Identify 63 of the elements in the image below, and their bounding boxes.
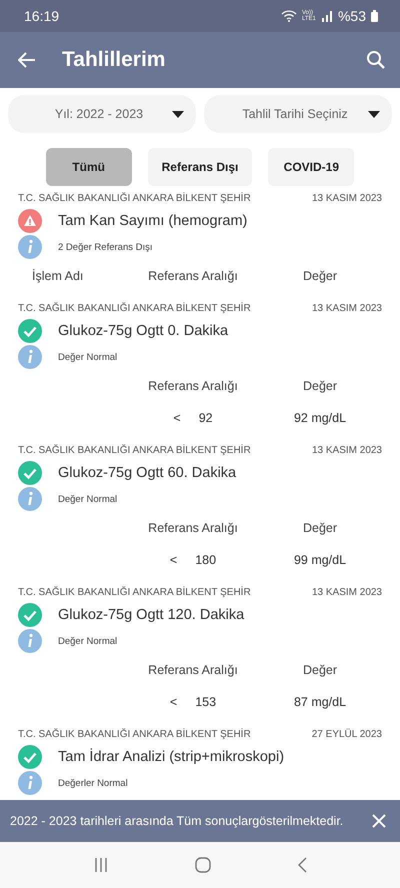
result-date: 13 KASIM 2023: [312, 303, 382, 314]
test-name[interactable]: Tam Kan Sayımı (hemogram): [58, 213, 248, 229]
check-icon: [18, 461, 42, 485]
column-header: Referans Aralığı: [147, 663, 239, 677]
column-header: Değer: [302, 663, 338, 677]
caret-icon: [172, 110, 184, 118]
result-date: 13 KASIM 2023: [312, 193, 382, 204]
check-icon: [18, 603, 42, 627]
result-value: 87 mg/dL: [292, 695, 348, 709]
filter-chip[interactable]: COVID-19: [268, 148, 354, 186]
result-date: 27 EYLÜL 2023: [312, 729, 382, 740]
hospital-name: T.C. SAĞLIK BAKANLIĞI ANKARA BİLKENT ŞEHİR: [18, 445, 251, 456]
back-button[interactable]: [18, 52, 36, 68]
warning-icon: [18, 209, 42, 233]
result-date: 13 KASIM 2023: [312, 445, 382, 456]
signal-icon: [320, 10, 333, 22]
filter-chip[interactable]: Referans Dışı: [148, 148, 252, 186]
hospital-name: T.C. SAĞLIK BAKANLIĞI ANKARA BİLKENT ŞEHİR: [18, 587, 251, 598]
column-header: Değer: [302, 379, 338, 393]
column-header: Referans Aralığı: [147, 521, 239, 535]
column-header: Referans Aralığı: [147, 379, 239, 393]
result-summary: 2 Değer Referans Dışı: [58, 242, 153, 252]
result-summary: Değer Normal: [58, 636, 118, 646]
column-header: Değer: [302, 269, 338, 283]
battery-icon: [371, 10, 378, 22]
column-header: Referans Aralığı: [147, 269, 239, 283]
recents-icon[interactable]: [93, 857, 109, 873]
snackbar-message: 2022 - 2023 tarihleri arasında Tüm sonuçlargösterilmektedir.: [10, 814, 344, 828]
home-icon[interactable]: [195, 857, 211, 873]
column-header: Değer: [302, 521, 338, 535]
result-summary: Değer Normal: [58, 352, 118, 362]
check-icon: [18, 319, 42, 343]
search-button[interactable]: [366, 50, 386, 70]
battery-level: %53: [338, 8, 366, 24]
filter-chip[interactable]: Tümü: [46, 148, 132, 186]
result-value: 99 mg/dL: [292, 553, 348, 567]
close-button[interactable]: [372, 814, 386, 828]
result-summary: Değer Normal: [58, 494, 118, 504]
result-value: 92 mg/dL: [292, 411, 348, 425]
filter-dropdown[interactable]: Yıl: 2022 - 2023: [8, 95, 196, 133]
clock: 16:19: [24, 8, 60, 24]
back-icon[interactable]: [297, 857, 307, 873]
hospital-name: T.C. SAĞLIK BAKANLIĞI ANKARA BİLKENT ŞEHİR: [18, 193, 251, 204]
check-icon: [18, 745, 42, 769]
test-name[interactable]: Glukoz-75g Ogtt 120. Dakika: [58, 607, 244, 623]
test-name[interactable]: Glukoz-75g Ogtt 0. Dakika: [58, 323, 228, 339]
result-date: 13 KASIM 2023: [312, 587, 382, 598]
column-header: İşlem Adı: [31, 269, 84, 283]
reference-limit: 92: [198, 411, 213, 425]
filter-dropdown[interactable]: Tahlil Tarihi Seçiniz: [204, 95, 392, 133]
hospital-name: T.C. SAĞLIK BAKANLIĞI ANKARA BİLKENT ŞEHİR: [18, 303, 251, 314]
operator: <: [170, 695, 178, 709]
result-summary: Değerler Normal: [58, 778, 128, 788]
operator: <: [173, 411, 181, 425]
operator: <: [170, 553, 178, 567]
reference-limit: 153: [195, 695, 216, 709]
test-name[interactable]: Glukoz-75g Ogtt 60. Dakika: [58, 465, 236, 481]
hospital-name: T.C. SAĞLIK BAKANLIĞI ANKARA BİLKENT ŞEHİR: [18, 729, 251, 740]
caret-icon: [368, 110, 380, 118]
test-name[interactable]: Tam İdrar Analizi (strip+mikroskopi): [58, 749, 284, 765]
reference-limit: 180: [195, 553, 216, 567]
wifi-icon: [280, 10, 297, 22]
page-title: Tahlillerim: [62, 48, 166, 72]
